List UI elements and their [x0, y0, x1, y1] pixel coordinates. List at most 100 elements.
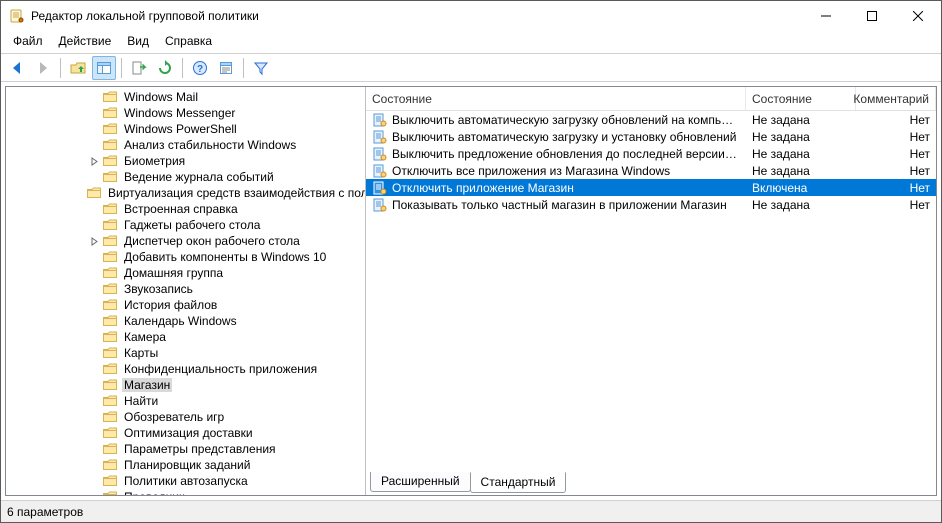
- col-header-name[interactable]: Состояние: [366, 87, 746, 110]
- tree-item-label: Магазин: [122, 378, 172, 392]
- tree-item-label: Встроенная справка: [122, 202, 240, 216]
- tree-item[interactable]: Политики автозапуска: [6, 473, 365, 489]
- tree-item-label: Обозреватель игр: [122, 410, 226, 424]
- folder-icon: [102, 457, 118, 473]
- statusbar: 6 параметров: [1, 500, 941, 522]
- tree-item[interactable]: Диспетчер окон рабочего стола: [6, 233, 365, 249]
- cell-name: Выключить автоматическую загрузку обновл…: [366, 112, 746, 128]
- close-button[interactable]: [895, 1, 941, 31]
- list-row[interactable]: Отключить все приложения из Магазина Win…: [366, 162, 936, 179]
- tree-item[interactable]: Найти: [6, 393, 365, 409]
- menu-file[interactable]: Файл: [5, 32, 51, 50]
- menu-view[interactable]: Вид: [119, 32, 157, 50]
- folder-icon: [102, 345, 118, 361]
- folder-icon: [102, 121, 118, 137]
- tree-item[interactable]: Оптимизация доставки: [6, 425, 365, 441]
- tree-item[interactable]: Параметры представления: [6, 441, 365, 457]
- tree-item[interactable]: Биометрия: [6, 153, 365, 169]
- tab-extended[interactable]: Расширенный: [370, 472, 471, 492]
- folder-icon: [102, 441, 118, 457]
- cell-state: Не задана: [746, 113, 856, 127]
- tree-item[interactable]: Анализ стабильности Windows: [6, 137, 365, 153]
- tree-item-label: Оптимизация доставки: [122, 426, 255, 440]
- folder-icon: [102, 393, 118, 409]
- expander-icon[interactable]: [86, 157, 102, 166]
- folder-icon: [102, 473, 118, 489]
- properties-button[interactable]: [214, 56, 238, 80]
- cell-name-text: Выключить предложение обновления до посл…: [392, 147, 740, 161]
- tree-item-label: Параметры представления: [122, 442, 278, 456]
- cell-comment: Нет: [856, 130, 936, 144]
- tree-item[interactable]: Конфиденциальность приложения: [6, 361, 365, 377]
- tree-item[interactable]: Виртуализация средств взаимодействия с п…: [6, 185, 365, 201]
- tree-item[interactable]: Календарь Windows: [6, 313, 365, 329]
- list-row[interactable]: Выключить автоматическую загрузку обновл…: [366, 111, 936, 128]
- show-hide-tree-button[interactable]: [92, 56, 116, 80]
- tree-item[interactable]: Карты: [6, 345, 365, 361]
- tree-item-label: История файлов: [122, 298, 219, 312]
- tree-item[interactable]: Проводник: [6, 489, 365, 495]
- tree-view[interactable]: Windows MailWindows MessengerWindows Pow…: [6, 87, 365, 495]
- col-header-state[interactable]: Состояние: [746, 87, 856, 110]
- tree-item[interactable]: История файлов: [6, 297, 365, 313]
- cell-name: Отключить все приложения из Магазина Win…: [366, 163, 746, 179]
- tree-item[interactable]: Windows Messenger: [6, 105, 365, 121]
- filter-button[interactable]: [249, 56, 273, 80]
- tree-item-label: Windows Messenger: [122, 106, 237, 120]
- folder-icon: [102, 249, 118, 265]
- cell-name-text: Выключить автоматическую загрузку и уста…: [392, 130, 736, 144]
- cell-comment: Нет: [856, 198, 936, 212]
- tree-item[interactable]: Камера: [6, 329, 365, 345]
- list-horizontal-scrollbar[interactable]: [366, 456, 936, 473]
- folder-icon: [102, 281, 118, 297]
- list-row[interactable]: Показывать только частный магазин в прил…: [366, 196, 936, 213]
- folder-icon: [102, 137, 118, 153]
- tree-item-label: Звукозапись: [122, 282, 195, 296]
- help-button[interactable]: ?: [188, 56, 212, 80]
- tree-item[interactable]: Ведение журнала событий: [6, 169, 365, 185]
- tree-item[interactable]: Windows Mail: [6, 89, 365, 105]
- up-button[interactable]: [66, 56, 90, 80]
- policy-setting-icon: [372, 197, 388, 213]
- export-button[interactable]: [127, 56, 151, 80]
- folder-icon: [102, 217, 118, 233]
- list-body[interactable]: Выключить автоматическую загрузку обновл…: [366, 111, 936, 456]
- tree-item[interactable]: Обозреватель игр: [6, 409, 365, 425]
- cell-name-text: Отключить приложение Магазин: [392, 181, 574, 195]
- list-row[interactable]: Отключить приложение МагазинВключенаНет: [366, 179, 936, 196]
- tree-item[interactable]: Гаджеты рабочего стола: [6, 217, 365, 233]
- list-row[interactable]: Выключить автоматическую загрузку и уста…: [366, 128, 936, 145]
- tree-item[interactable]: Звукозапись: [6, 281, 365, 297]
- tree-item-label: Диспетчер окон рабочего стола: [122, 234, 302, 248]
- tree-item[interactable]: Windows PowerShell: [6, 121, 365, 137]
- tree-item-label: Добавить компоненты в Windows 10: [122, 250, 328, 264]
- forward-button[interactable]: [31, 56, 55, 80]
- menubar: Файл Действие Вид Справка: [1, 31, 941, 51]
- folder-icon: [102, 489, 118, 495]
- tree-item[interactable]: Встроенная справка: [6, 201, 365, 217]
- cell-name-text: Отключить все приложения из Магазина Win…: [392, 164, 670, 178]
- cell-name: Выключить автоматическую загрузку и уста…: [366, 129, 746, 145]
- tree-item[interactable]: Добавить компоненты в Windows 10: [6, 249, 365, 265]
- minimize-button[interactable]: [803, 1, 849, 31]
- maximize-button[interactable]: [849, 1, 895, 31]
- col-header-comment[interactable]: Комментарий: [856, 87, 936, 110]
- tree-item[interactable]: Домашняя группа: [6, 265, 365, 281]
- cell-name-text: Выключить автоматическую загрузку обновл…: [392, 113, 740, 127]
- cell-state: Не задана: [746, 164, 856, 178]
- tree-item-label: Конфиденциальность приложения: [122, 362, 319, 376]
- menu-help[interactable]: Справка: [157, 32, 220, 50]
- back-button[interactable]: [5, 56, 29, 80]
- tree-item-label: Виртуализация средств взаимодействия с п…: [106, 186, 365, 200]
- tree-pane: Windows MailWindows MessengerWindows Pow…: [6, 87, 366, 495]
- tree-item[interactable]: Магазин: [6, 377, 365, 393]
- window-title: Редактор локальной групповой политики: [31, 9, 803, 23]
- menu-action[interactable]: Действие: [51, 32, 120, 50]
- tree-item[interactable]: Планировщик заданий: [6, 457, 365, 473]
- refresh-button[interactable]: [153, 56, 177, 80]
- list-row[interactable]: Выключить предложение обновления до посл…: [366, 145, 936, 162]
- cell-comment: Нет: [856, 164, 936, 178]
- status-text: 6 параметров: [7, 505, 83, 519]
- tab-standard[interactable]: Стандартный: [470, 472, 567, 493]
- expander-icon[interactable]: [86, 237, 102, 246]
